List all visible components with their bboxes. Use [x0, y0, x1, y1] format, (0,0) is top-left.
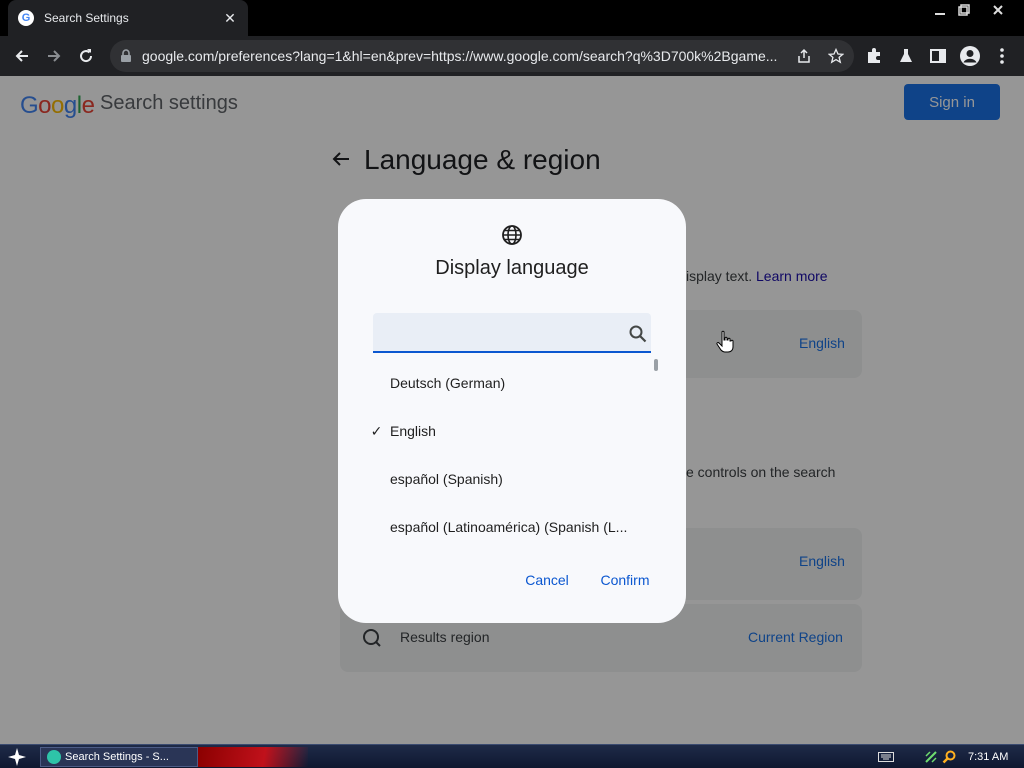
language-option-spanish-latam[interactable]: español (Latinoamérica) (Spanish (L...: [363, 503, 653, 549]
browser-toolbar: google.com/preferences?lang=1&hl=en&prev…: [0, 36, 1024, 76]
taskbar-decoration: [198, 747, 308, 767]
language-label: English: [390, 423, 436, 439]
restore-icon[interactable]: [952, 0, 976, 20]
search-icon[interactable]: [629, 325, 647, 343]
network-icon[interactable]: [924, 747, 938, 767]
language-label: español (Latinoamérica) (Spanish (L...: [390, 519, 628, 535]
globe-icon: [502, 225, 522, 245]
language-list-scrollbar[interactable]: [654, 359, 658, 371]
favicon-letter: G: [21, 12, 31, 24]
browser-tab[interactable]: G Search Settings ✕: [8, 0, 248, 36]
search-tray-icon[interactable]: [942, 747, 956, 767]
taskbar-window-label: Search Settings - S...: [65, 751, 169, 763]
language-search-field[interactable]: [373, 313, 651, 353]
extensions-puzzle-icon[interactable]: [858, 40, 890, 72]
menu-kebab-icon[interactable]: [986, 40, 1018, 72]
system-clock[interactable]: 7:31 AM: [968, 747, 1008, 767]
dialog-title: Display language: [435, 257, 589, 279]
lock-icon: [121, 49, 131, 62]
language-label: Deutsch (German): [390, 375, 506, 391]
browser-tab-bar: G Search Settings ✕: [0, 0, 1024, 36]
check-icon: ✓: [370, 422, 383, 439]
keyboard-icon[interactable]: [878, 747, 894, 767]
side-panel-icon[interactable]: [922, 40, 954, 72]
window-close-icon[interactable]: [986, 0, 1010, 20]
start-star-icon[interactable]: [6, 747, 28, 767]
hand-cursor-icon: [716, 330, 734, 353]
bookmark-star-icon[interactable]: [828, 48, 844, 64]
language-list: Deutsch (German) ✓ English español (Span…: [363, 359, 661, 549]
language-option-english[interactable]: ✓ English: [363, 407, 653, 455]
minimize-icon[interactable]: [928, 0, 952, 20]
tab-close-icon[interactable]: ✕: [222, 10, 238, 27]
reload-icon[interactable]: [70, 40, 102, 72]
display-language-dialog: Display language Deutsch (German) ✓ Engl…: [338, 199, 686, 623]
share-icon[interactable]: [796, 48, 812, 64]
taskbar-chrome-window[interactable]: Search Settings - S...: [40, 747, 198, 767]
labs-flask-icon[interactable]: [890, 40, 922, 72]
tab-title: Search Settings: [44, 11, 129, 25]
language-search-input[interactable]: [383, 321, 613, 345]
language-option-german[interactable]: Deutsch (German): [363, 359, 653, 407]
google-favicon-icon: G: [18, 10, 34, 26]
os-taskbar: Search Settings - S... 7:31 AM: [0, 744, 1024, 768]
language-label: español (Spanish): [390, 471, 503, 487]
profile-avatar-icon[interactable]: [954, 40, 986, 72]
back-icon[interactable]: [6, 40, 38, 72]
cancel-button[interactable]: Cancel: [516, 565, 578, 595]
address-url: google.com/preferences?lang=1&hl=en&prev…: [142, 48, 778, 64]
address-bar[interactable]: google.com/preferences?lang=1&hl=en&prev…: [110, 40, 854, 72]
confirm-button[interactable]: Confirm: [594, 565, 656, 595]
forward-icon[interactable]: [38, 40, 70, 72]
chrome-app-icon: [47, 750, 61, 764]
language-option-spanish[interactable]: español (Spanish): [363, 455, 653, 503]
